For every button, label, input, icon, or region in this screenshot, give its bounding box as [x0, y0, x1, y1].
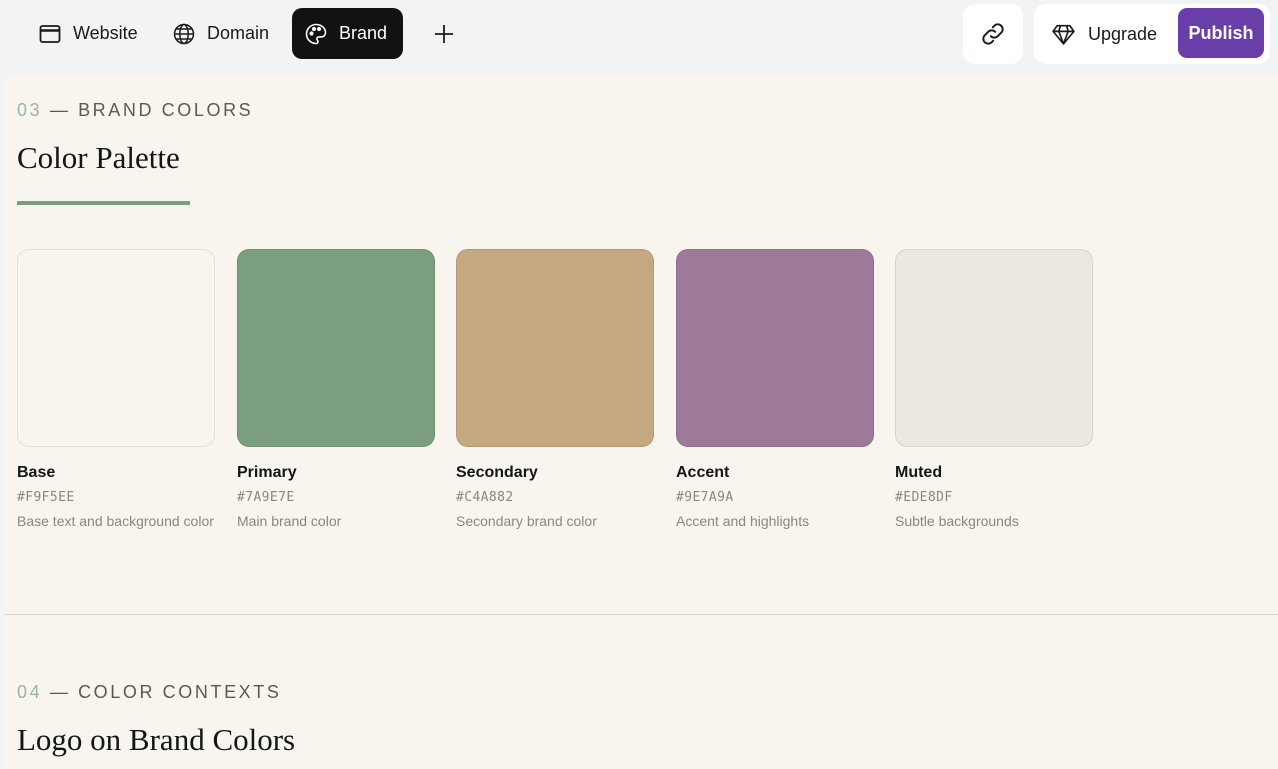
- section-eyebrow-label: COLOR CONTEXTS: [78, 682, 282, 702]
- globe-icon: [173, 23, 195, 44]
- swatch-name: Accent: [676, 464, 730, 481]
- color-swatch-primary[interactable]: Primary #7A9E7E Main brand color: [237, 249, 435, 531]
- tab-brand[interactable]: Brand: [292, 8, 403, 59]
- link-icon: [982, 23, 1004, 45]
- diamond-icon: [1052, 24, 1075, 45]
- swatch-tile[interactable]: [676, 249, 874, 447]
- section-eyebrow-label: BRAND COLORS: [78, 100, 254, 120]
- tab-domain[interactable]: Domain: [160, 8, 281, 59]
- upgrade-label: Upgrade: [1088, 23, 1158, 44]
- swatch-tile[interactable]: [895, 249, 1093, 447]
- swatch-hex: #C4A882: [456, 490, 514, 505]
- plus-icon: [435, 24, 453, 43]
- browser-window-icon: [39, 24, 61, 43]
- tab-website[interactable]: Website: [26, 8, 150, 59]
- add-tab-button[interactable]: [420, 8, 468, 59]
- section-number: 03: [17, 100, 43, 120]
- swatch-description: Subtle backgrounds: [895, 513, 1019, 529]
- swatch-hex: #7A9E7E: [237, 490, 295, 505]
- upgrade-button[interactable]: Upgrade: [1051, 4, 1157, 64]
- tab-domain-label: Domain: [207, 23, 270, 43]
- top-bar: Website Domain Brand Upgrade Publish: [0, 0, 1278, 68]
- swatch-name: Secondary: [456, 464, 538, 481]
- section-separator: —: [49, 682, 71, 702]
- swatch-name: Base: [17, 464, 56, 481]
- title-underline: [17, 201, 190, 205]
- copy-link-button[interactable]: [963, 4, 1023, 64]
- color-swatch-muted[interactable]: Muted #EDE8DF Subtle backgrounds: [895, 249, 1093, 531]
- swatch-description: Main brand color: [237, 513, 342, 529]
- color-swatch-base[interactable]: Base #F9F5EE Base text and background co…: [17, 249, 215, 531]
- section-eyebrow-brand-colors: 03 — BRAND COLORS: [17, 100, 253, 121]
- section-eyebrow-color-contexts: 04 — COLOR CONTEXTS: [17, 682, 281, 703]
- brand-page-content: 03 — BRAND COLORS Color Palette Base #F9…: [4, 76, 1278, 769]
- swatch-name: Muted: [895, 464, 943, 481]
- publish-button[interactable]: Publish: [1178, 8, 1264, 58]
- section-number: 04: [17, 682, 43, 702]
- swatch-tile[interactable]: [456, 249, 654, 447]
- color-swatch-secondary[interactable]: Secondary #C4A882 Secondary brand color: [456, 249, 654, 531]
- swatch-description: Secondary brand color: [456, 513, 597, 529]
- section-title-logo-on-brand-colors: Logo on Brand Colors: [17, 722, 296, 757]
- tab-website-label: Website: [73, 23, 138, 43]
- swatch-tile[interactable]: [17, 249, 215, 447]
- action-group: Upgrade Publish: [1034, 4, 1270, 64]
- swatch-tile[interactable]: [237, 249, 435, 447]
- swatch-name: Primary: [237, 464, 297, 481]
- section-separator: —: [49, 100, 71, 120]
- page-title: Color Palette: [17, 140, 180, 175]
- swatch-hex: #F9F5EE: [17, 490, 75, 505]
- swatch-hex: #9E7A9A: [676, 490, 734, 505]
- swatch-description: Accent and highlights: [676, 513, 810, 529]
- swatch-description: Base text and background color: [17, 513, 214, 529]
- tab-brand-label: Brand: [339, 23, 388, 43]
- color-swatch-accent[interactable]: Accent #9E7A9A Accent and highlights: [676, 249, 874, 531]
- palette-icon: [305, 23, 327, 44]
- swatch-hex: #EDE8DF: [895, 490, 953, 505]
- section-divider: [4, 614, 1278, 615]
